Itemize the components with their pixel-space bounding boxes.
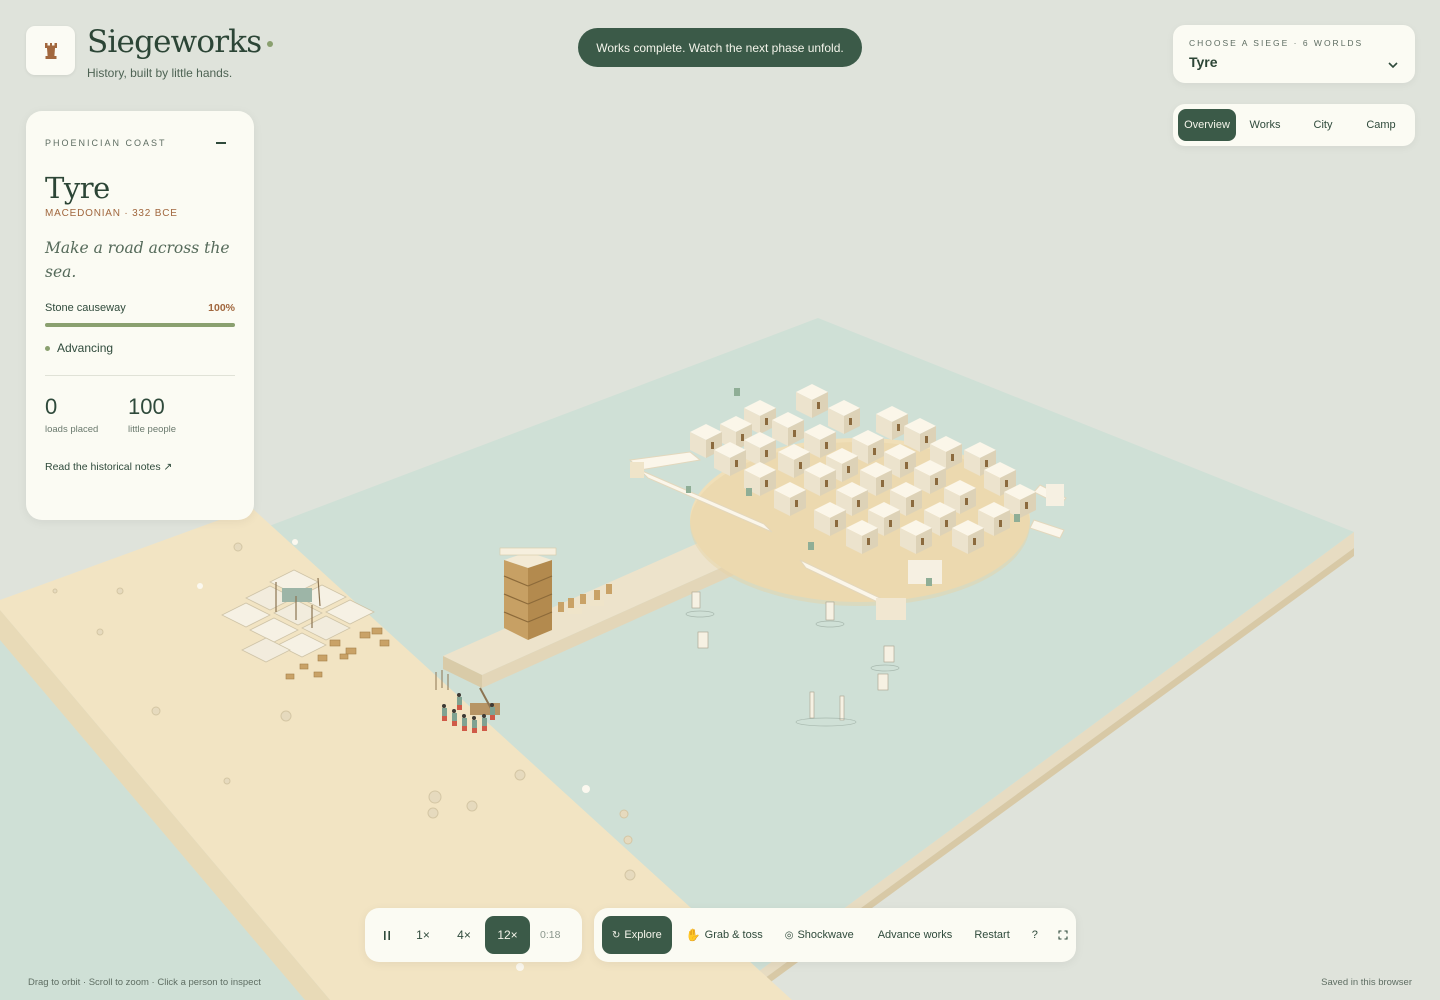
shockwave-icon: ◎	[784, 929, 794, 941]
stats: 0 loads placed 100 little people	[45, 394, 235, 435]
app-title: Siegeworks	[87, 26, 274, 58]
explore-button[interactable]: ↻ Explore	[602, 916, 672, 954]
selector-label: CHOOSE A SIEGE · 6 WORLDS	[1189, 38, 1364, 48]
tab-overview[interactable]: Overview	[1178, 109, 1236, 141]
status-toast: Works complete. Watch the next phase unf…	[578, 28, 862, 67]
selected-siege: Tyre	[1189, 54, 1218, 70]
siege-info-panel: PHOENICIAN COAST Tyre MACEDONIAN · 332 B…	[26, 111, 254, 520]
stat-label: loads placed	[45, 424, 99, 435]
siege-selector[interactable]: CHOOSE A SIEGE · 6 WORLDS Tyre	[1173, 25, 1415, 83]
grab-toss-button[interactable]: ✋ Grab & toss	[686, 916, 763, 954]
fullscreen-icon	[1058, 930, 1068, 940]
collapse-panel-button[interactable]	[215, 137, 227, 149]
fullscreen-button[interactable]	[1058, 916, 1068, 954]
logo[interactable]	[26, 26, 75, 75]
siege-objective: Make a road across the sea.	[45, 239, 230, 281]
tab-city[interactable]: City	[1294, 109, 1352, 141]
advance-works-button[interactable]: Advance works	[878, 916, 953, 954]
action-toolbar: ↻ Explore ✋ Grab & toss ◎ Shockwave Advance…	[594, 908, 1076, 962]
help-button[interactable]: ?	[1032, 916, 1038, 954]
progress-bar	[45, 323, 235, 327]
stat-value: 0	[45, 394, 58, 419]
siege-name: Tyre	[45, 171, 110, 205]
progress-label: Stone causeway	[45, 302, 126, 314]
progress-value: 100%	[208, 302, 235, 314]
chevron-down-icon	[1388, 62, 1398, 69]
brand-dot	[267, 40, 274, 47]
brand: Siegeworks History, built by little hand…	[26, 26, 274, 80]
minus-icon	[216, 142, 226, 144]
stat-label: little people	[128, 424, 177, 435]
rook-tower-icon	[44, 42, 57, 59]
elapsed-time: 0:18	[540, 929, 561, 941]
save-status: Saved in this browser	[1321, 977, 1412, 988]
divider	[45, 375, 235, 376]
controls-hint: Drag to orbit · Scroll to zoom · Click a…	[28, 977, 261, 988]
playback-controls: 1× 4× 12× 0:18	[365, 908, 582, 962]
speed-12x-button[interactable]: 12×	[485, 916, 530, 954]
speed-4x-button[interactable]: 4×	[443, 916, 485, 954]
stat-loads: 0 loads placed	[45, 394, 128, 435]
view-tabs: Overview Works City Camp	[1173, 104, 1415, 146]
region-label: PHOENICIAN COAST	[45, 138, 167, 148]
rotate-icon: ↻	[612, 929, 621, 941]
siege-era: MACEDONIAN · 332 BCE	[45, 208, 178, 219]
historical-notes-link[interactable]: Read the historical notes ↗	[45, 461, 235, 473]
pause-icon	[384, 930, 390, 940]
hand-icon: ✋	[685, 928, 701, 942]
stat-value: 100	[128, 394, 165, 419]
status-dot	[45, 345, 50, 351]
app-tagline: History, built by little hands.	[87, 66, 233, 80]
grab-label: Grab & toss	[704, 929, 763, 941]
stat-people: 100 little people	[128, 394, 211, 435]
pause-button[interactable]	[371, 916, 403, 954]
explore-label: Explore	[624, 929, 662, 941]
tab-camp[interactable]: Camp	[1352, 109, 1410, 141]
progress-fill	[45, 323, 235, 327]
status-text: Advancing	[57, 341, 114, 355]
shockwave-button[interactable]: ◎ Shockwave	[785, 916, 854, 954]
restart-button[interactable]: Restart	[974, 916, 1009, 954]
shockwave-label: Shockwave	[797, 929, 854, 941]
status-indicator: Advancing	[45, 341, 235, 355]
speed-1x-button[interactable]: 1×	[403, 916, 443, 954]
tab-works[interactable]: Works	[1236, 109, 1294, 141]
